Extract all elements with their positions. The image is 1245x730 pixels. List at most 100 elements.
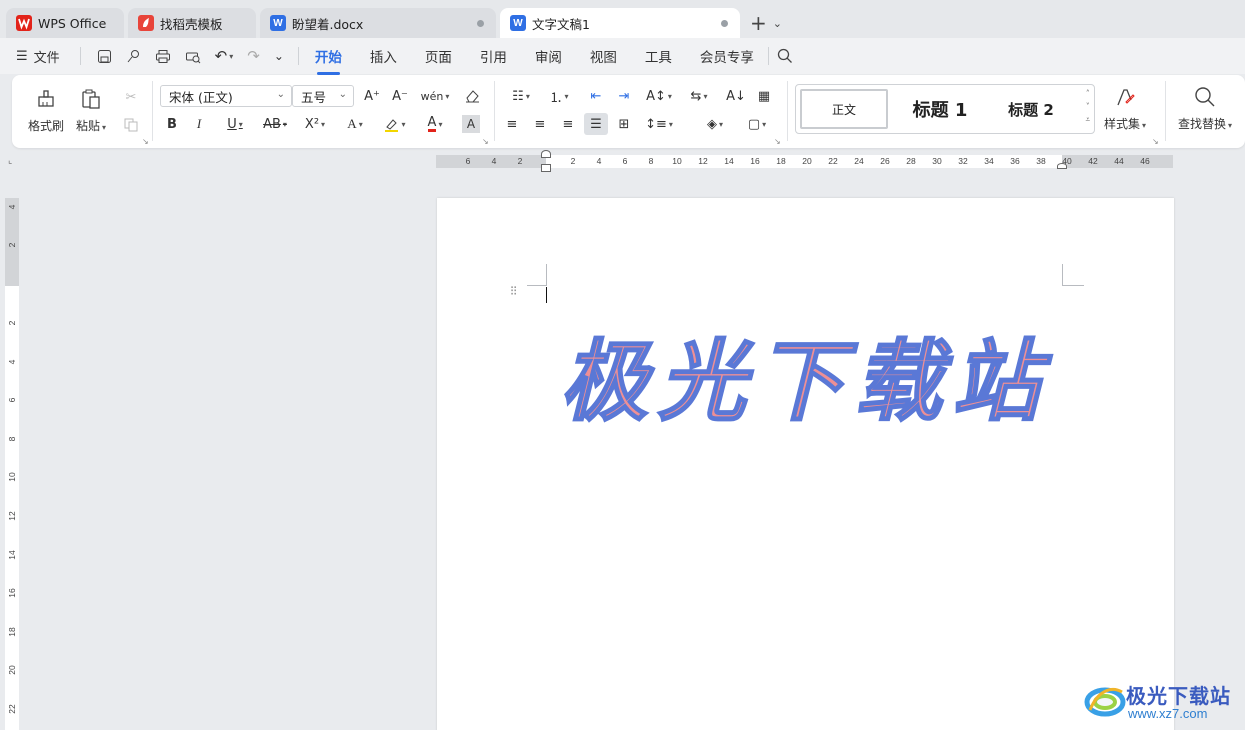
copy-button[interactable]	[120, 115, 142, 135]
dialog-launcher-icon[interactable]: ↘	[142, 137, 149, 146]
undo-button[interactable]: ↶ ▾	[215, 47, 234, 65]
text-flow-button[interactable]: ⇆ ▾	[684, 86, 714, 106]
horizontal-ruler[interactable]: 6 4 2 2 4 6 8 10 12 14 16 18 20 22 24 26 28 30 32 34 36 38 40 4…	[436, 150, 1173, 172]
align-right-button[interactable]: ≡	[558, 114, 578, 134]
justify-button[interactable]: ☰	[584, 113, 608, 135]
paste-button[interactable]: 粘贴 ▾	[76, 87, 106, 134]
file-menu-button[interactable]: ☰ 文件	[16, 47, 60, 66]
redo-button[interactable]: ↷	[247, 47, 260, 65]
numbering-button[interactable]: ⒈ ▾	[544, 86, 574, 106]
ruler-tick-label: 44	[1114, 156, 1124, 166]
ruler-tick-label: 34	[984, 156, 994, 166]
divider	[767, 47, 769, 65]
tab-view[interactable]: 视图	[590, 46, 617, 66]
style-heading-1-label: 标题 1	[912, 100, 968, 121]
tab-docer-templates[interactable]: 找稻壳模板	[128, 8, 256, 38]
ruler-tick-label: 32	[958, 156, 968, 166]
sort-button[interactable]: A↓	[726, 86, 746, 106]
tab-review[interactable]: 审阅	[535, 46, 562, 66]
right-indent-marker[interactable]	[1057, 163, 1067, 169]
tab-page[interactable]: 页面	[425, 46, 452, 66]
clear-format-button[interactable]	[462, 86, 482, 106]
font-size-select[interactable]: 五号 ⌄	[292, 85, 354, 107]
dialog-launcher-icon[interactable]: ↘	[1152, 137, 1159, 146]
increase-font-button[interactable]: A⁺	[362, 86, 382, 106]
style-heading-1[interactable]: 标题 1	[900, 89, 980, 129]
highlight-button[interactable]: ▾	[380, 114, 410, 134]
ruler-tick-label: 30	[932, 156, 942, 166]
tab-wps-office[interactable]: WPS Office	[6, 8, 124, 38]
tab-references[interactable]: 引用	[480, 46, 507, 66]
chevron-down-icon: ▾	[358, 119, 363, 129]
style-set-button[interactable]: 样式集 ▾	[1104, 85, 1146, 132]
ruler-tick-label: 8	[7, 436, 17, 442]
bullets-button[interactable]: ☷ ▾	[506, 86, 536, 106]
cut-button[interactable]: ✂	[120, 87, 142, 107]
tab-tools[interactable]: 工具	[645, 46, 672, 66]
superscript-button[interactable]: X² ▾	[300, 114, 330, 134]
text-effect-button[interactable]: A ▾	[340, 114, 370, 134]
text-direction-button[interactable]: A↕ ▾	[644, 86, 674, 106]
phonetic-guide-button[interactable]: wén ▾	[418, 86, 452, 106]
ruler-tick-label: 6	[465, 156, 471, 166]
align-left-button[interactable]: ≡	[502, 114, 522, 134]
expand-gallery-icon[interactable]: ⩡	[1085, 113, 1090, 126]
drag-handle-icon[interactable]: ⁝⁝	[510, 285, 520, 298]
tab-insert[interactable]: 插入	[370, 46, 397, 66]
borders-button[interactable]: ▢ ▾	[742, 114, 772, 134]
chevron-down-icon[interactable]: ˅	[1085, 100, 1090, 113]
tab-label: 找稻壳模板	[160, 16, 223, 32]
dialog-launcher-icon[interactable]: ↘	[482, 137, 489, 146]
share-button[interactable]	[126, 49, 141, 64]
ruler-tick-label: 2	[7, 242, 17, 248]
gallery-scroll[interactable]: ˄ ˅ ⩡	[1085, 87, 1090, 126]
increase-indent-button[interactable]: ⇥	[614, 86, 634, 106]
indent-icon: ⇥	[618, 88, 630, 104]
tab-home[interactable]: 开始	[315, 46, 342, 75]
dialog-launcher-icon[interactable]: ↘	[774, 137, 781, 146]
ruler-tick-label: 6	[622, 156, 628, 166]
left-indent-marker[interactable]	[541, 164, 551, 172]
table-grid-icon: ▦	[757, 88, 771, 104]
word-art-text[interactable]: 极光下载站	[555, 330, 1055, 440]
highlighter-icon	[385, 118, 399, 132]
tab-document-active[interactable]: W 文字文稿1	[500, 8, 740, 38]
new-tab-button[interactable]: + ⌄	[750, 8, 782, 38]
tab-document-panwangzhe[interactable]: W 盼望着.docx	[260, 8, 496, 38]
shading-button[interactable]: ◈ ▾	[700, 114, 730, 134]
decrease-indent-button[interactable]: ⇤	[586, 86, 606, 106]
font-name-select[interactable]: 宋体 (正文) ⌄	[160, 85, 292, 107]
format-painter-button[interactable]: 格式刷	[28, 87, 64, 134]
style-normal[interactable]: 正文	[800, 89, 888, 129]
italic-button[interactable]: I	[190, 114, 208, 134]
tab-stop-selector[interactable]: ⌞	[8, 156, 12, 166]
distributed-align-button[interactable]: ⊞	[614, 114, 634, 134]
line-spacing-button[interactable]: ↕≡ ▾	[644, 114, 674, 134]
text-effect-icon: A	[347, 116, 357, 131]
quick-access-more-button[interactable]: ⌄	[274, 49, 284, 63]
document-page[interactable]: ⁝⁝ 极光下载站	[437, 198, 1174, 730]
find-replace-button[interactable]: 查找替换 ▾	[1178, 85, 1232, 132]
strikethrough-button[interactable]: AB ▾	[258, 114, 292, 134]
print-button[interactable]	[155, 49, 171, 64]
underline-button[interactable]: U ▾	[220, 114, 250, 134]
char-shading-button[interactable]: A	[462, 115, 480, 133]
clipboard-icon	[79, 87, 103, 111]
show-marks-button[interactable]: ▦	[754, 86, 774, 106]
vertical-ruler[interactable]: 4 2 2 4 6 8 10 12 14 16 18 20 22	[5, 198, 19, 730]
align-center-button[interactable]: ≡	[530, 114, 550, 134]
chevron-up-icon[interactable]: ˄	[1085, 87, 1090, 100]
first-line-indent-marker[interactable]	[541, 150, 551, 158]
font-color-button[interactable]: A ▾	[420, 114, 450, 134]
ruler-tick-label: 22	[828, 156, 838, 166]
ruler-tick-label: 46	[1140, 156, 1150, 166]
brush-icon	[34, 87, 58, 111]
font-size-value: 五号	[301, 89, 327, 105]
decrease-font-button[interactable]: A⁻	[390, 86, 410, 106]
bold-button[interactable]: B	[163, 114, 181, 134]
save-button[interactable]	[97, 49, 112, 64]
print-preview-button[interactable]	[185, 49, 201, 64]
style-heading-2[interactable]: 标题 2	[992, 89, 1070, 129]
search-button[interactable]	[777, 48, 793, 64]
tab-member[interactable]: 会员专享	[700, 46, 754, 66]
